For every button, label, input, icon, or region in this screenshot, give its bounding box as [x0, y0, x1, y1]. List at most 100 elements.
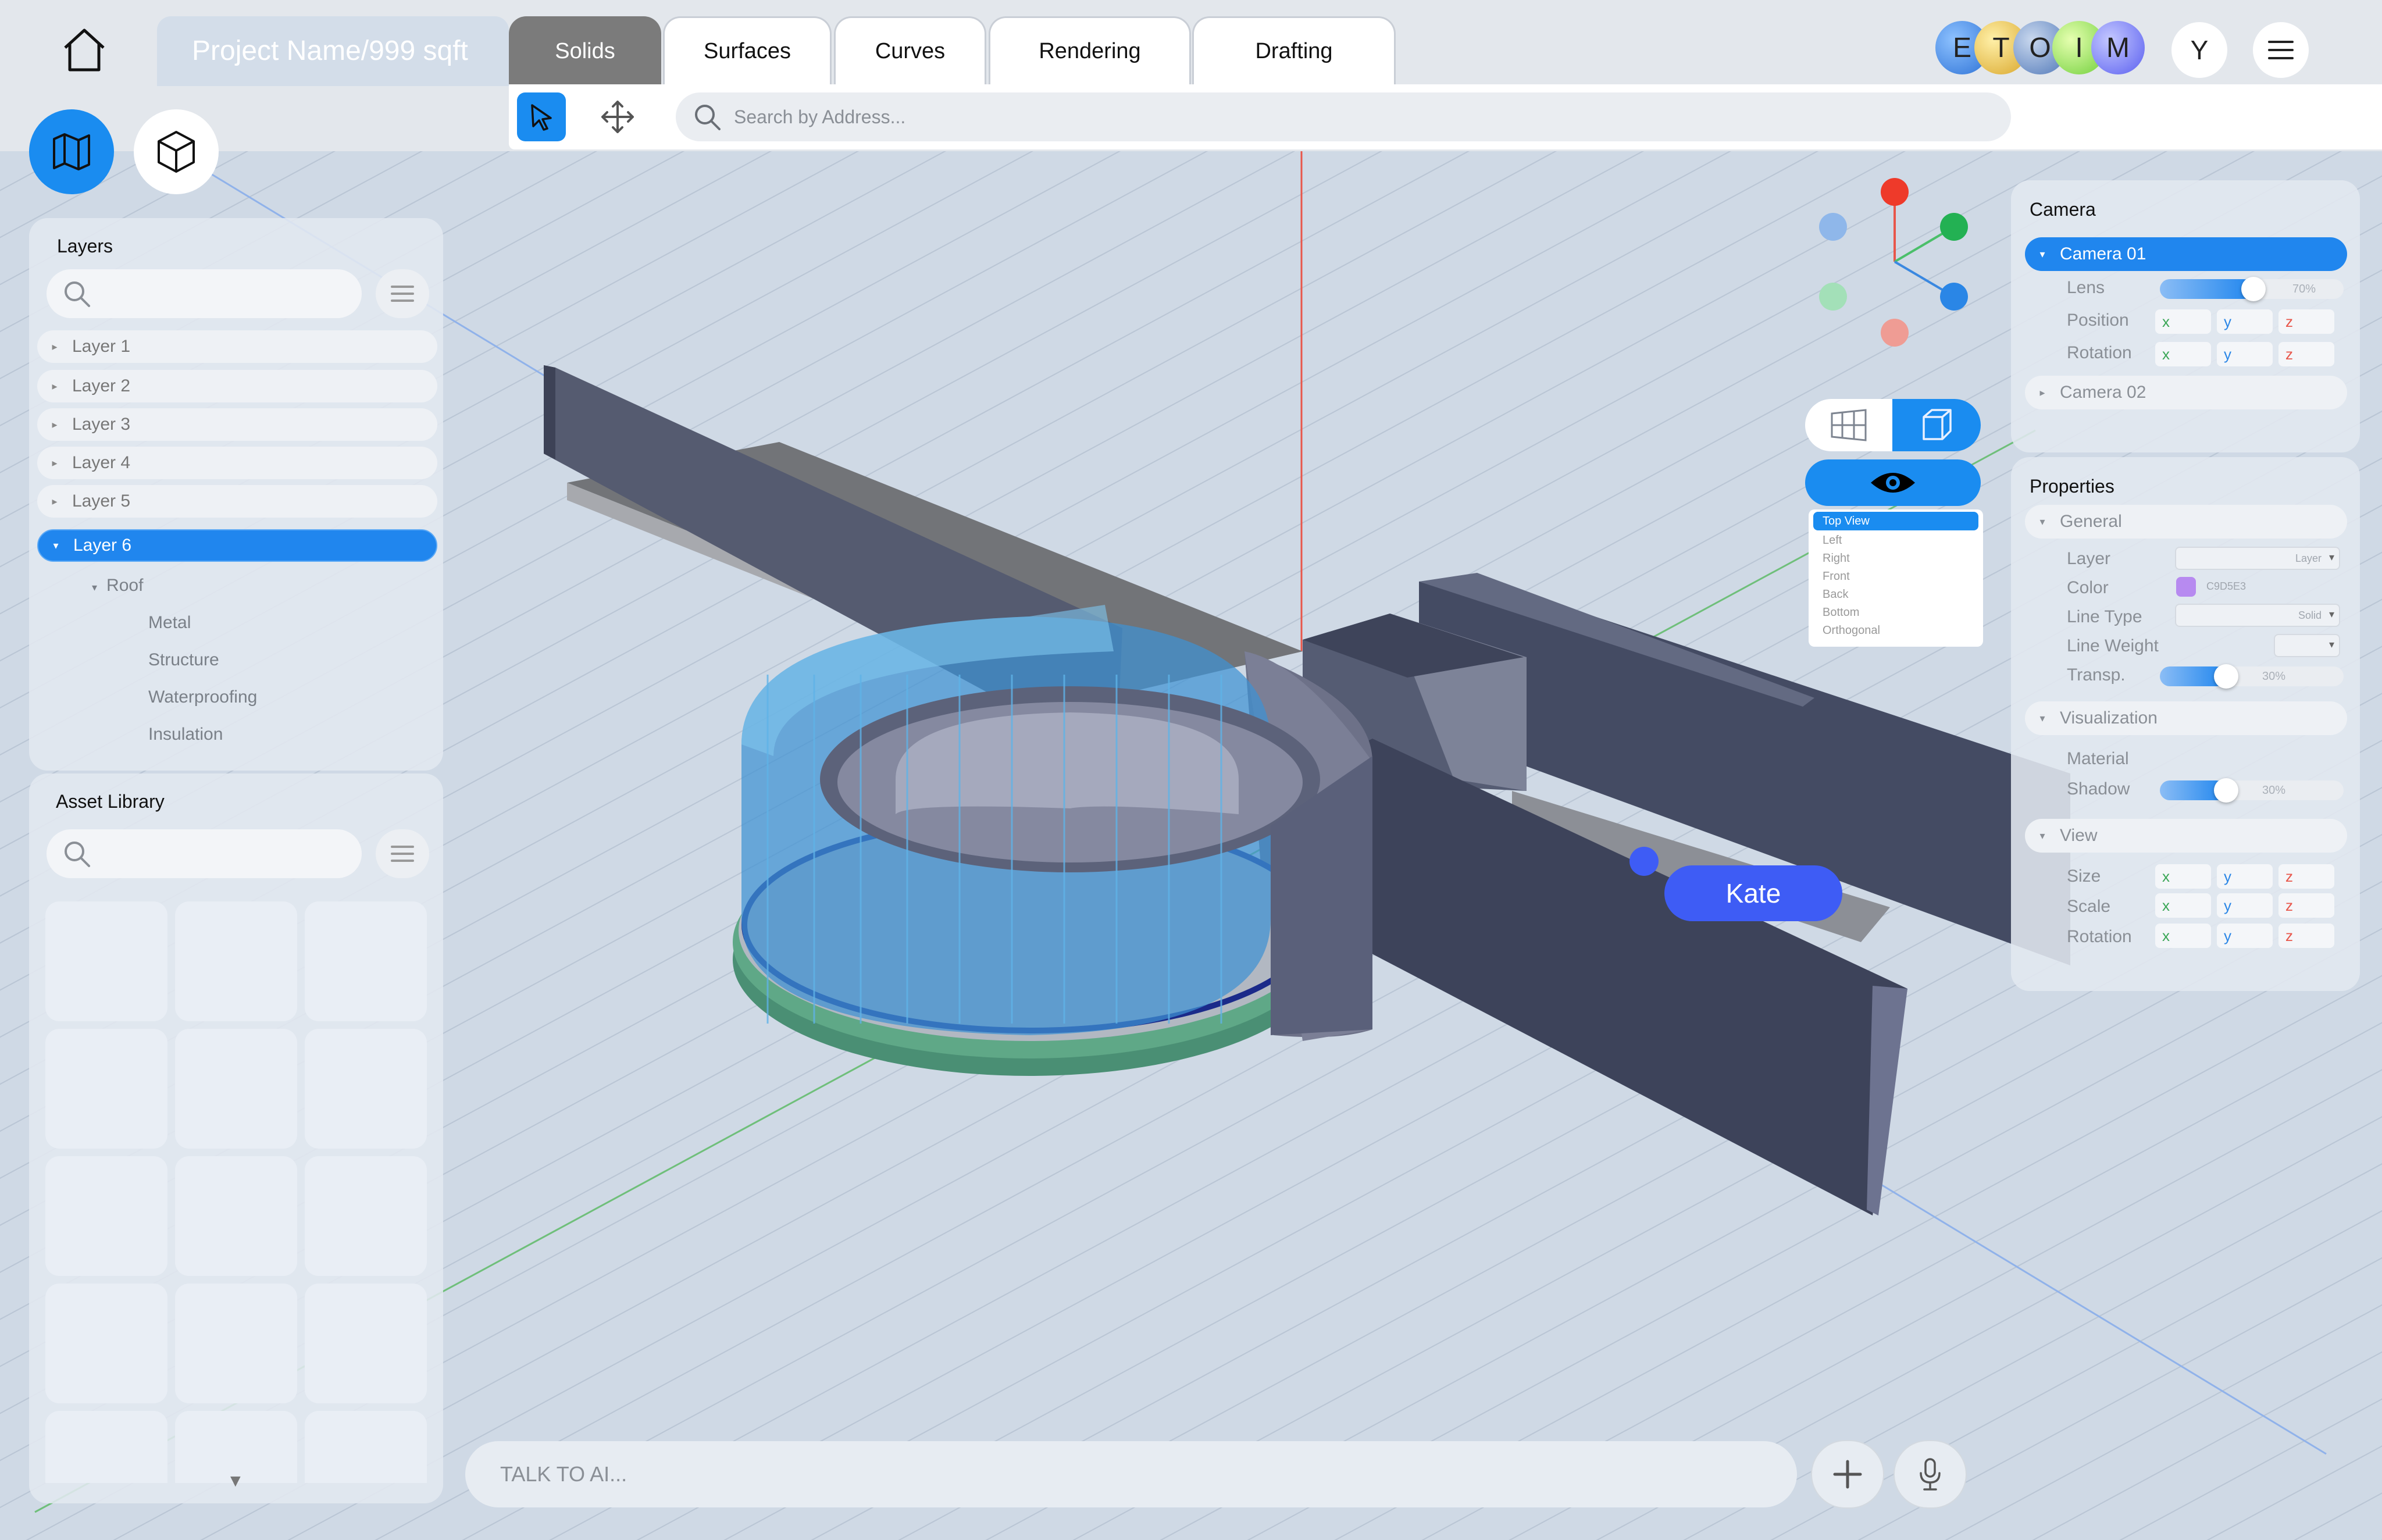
view-option-bottom[interactable]: Bottom	[1823, 606, 1859, 619]
asset-tile[interactable]	[45, 1284, 167, 1403]
collapse-icon: ▾	[2039, 712, 2045, 724]
avatar-m[interactable]: M	[2091, 21, 2145, 74]
asset-search[interactable]	[47, 829, 362, 878]
visualization-section[interactable]: ▾ Visualization	[2025, 701, 2347, 735]
shadow-slider[interactable]	[2160, 778, 2344, 803]
size-z[interactable]: z	[2278, 864, 2334, 889]
layer-row-4[interactable]: ▸ Layer 4	[37, 447, 437, 479]
view-visibility-button[interactable]	[1805, 459, 1981, 506]
project-name-tab[interactable]: Project Name/999 sqft	[157, 16, 509, 86]
view-option-front[interactable]: Front	[1823, 570, 1850, 583]
asset-tile[interactable]	[45, 1029, 167, 1149]
gizmo-y-positive[interactable]	[1940, 213, 1968, 241]
3d-view-button[interactable]	[134, 109, 219, 194]
camera-01-row[interactable]: ▾ Camera 01	[2025, 237, 2347, 271]
asset-tile[interactable]	[175, 901, 297, 1021]
sublayer-metal[interactable]: Metal	[148, 613, 191, 633]
asset-tile[interactable]	[305, 901, 427, 1021]
lens-slider[interactable]	[2160, 277, 2344, 301]
layers-search[interactable]	[47, 269, 362, 318]
sublayer-waterproofing[interactable]: Waterproofing	[148, 687, 257, 707]
address-search-input[interactable]	[734, 101, 1984, 133]
color-swatch[interactable]	[2176, 577, 2196, 597]
sublayer-structure[interactable]: Structure	[148, 650, 219, 670]
view-rotation-x[interactable]: x	[2155, 924, 2211, 948]
gizmo-z-negative[interactable]	[1881, 319, 1909, 347]
view-option-back[interactable]: Back	[1823, 588, 1848, 601]
scale-y[interactable]: y	[2217, 893, 2273, 918]
line-weight-select[interactable]: ▾	[2274, 634, 2340, 657]
ai-voice-button[interactable]	[1894, 1440, 1967, 1509]
asset-tile[interactable]	[45, 901, 167, 1021]
layer-row-2[interactable]: ▸ Layer 2	[37, 370, 437, 402]
ai-add-button[interactable]	[1811, 1440, 1884, 1509]
lens-slider-knob[interactable]	[2241, 277, 2266, 301]
gizmo-z-positive[interactable]	[1881, 178, 1909, 206]
general-section[interactable]: ▾ General	[2025, 505, 2347, 539]
user-avatar-button[interactable]: Y	[2170, 21, 2228, 79]
asset-tile[interactable]	[305, 1029, 427, 1149]
layer-row-3[interactable]: ▸ Layer 3	[37, 408, 437, 441]
scroll-down-icon[interactable]: ▼	[227, 1471, 244, 1491]
view-option-top[interactable]: Top View	[1813, 512, 1978, 530]
tab-solids[interactable]: Solids	[509, 16, 661, 85]
asset-menu-button[interactable]	[376, 829, 429, 878]
gizmo-x-negative[interactable]	[1819, 213, 1847, 241]
view-option-orthogonal[interactable]: Orthogonal	[1823, 624, 1880, 637]
view-section[interactable]: ▾ View	[2025, 819, 2347, 853]
camera-position-z[interactable]: z	[2278, 309, 2334, 334]
select-tool-button[interactable]	[517, 92, 566, 141]
line-type-select[interactable]: Solid ▾	[2175, 604, 2340, 627]
camera-position-y[interactable]: y	[2217, 309, 2273, 334]
asset-tile[interactable]	[175, 1156, 297, 1276]
color-hex-value[interactable]: C9D5E3	[2206, 580, 2246, 593]
main-menu-button[interactable]	[2252, 21, 2310, 79]
asset-tile[interactable]	[305, 1411, 427, 1483]
asset-tile[interactable]	[305, 1284, 427, 1403]
home-button[interactable]	[58, 23, 110, 76]
address-search[interactable]	[676, 92, 2011, 141]
move-tool-button[interactable]	[593, 92, 642, 141]
expand-icon: ▸	[2039, 386, 2045, 398]
transparency-slider[interactable]	[2160, 664, 2344, 689]
view-option-right[interactable]: Right	[1823, 552, 1850, 565]
sublayer-insulation[interactable]: Insulation	[148, 725, 223, 744]
tab-rendering[interactable]: Rendering	[989, 16, 1191, 85]
asset-tile[interactable]	[175, 1284, 297, 1403]
layer-row-5[interactable]: ▸ Layer 5	[37, 485, 437, 518]
asset-tile[interactable]	[45, 1156, 167, 1276]
camera-position-x[interactable]: x	[2155, 309, 2211, 334]
tab-curves[interactable]: Curves	[834, 16, 986, 85]
transparency-slider-knob[interactable]	[2214, 664, 2238, 689]
camera-rotation-z[interactable]: z	[2278, 342, 2334, 366]
scale-z[interactable]: z	[2278, 893, 2334, 918]
map-view-button[interactable]	[29, 109, 114, 194]
shadow-slider-knob[interactable]	[2214, 778, 2238, 803]
plan-view-button[interactable]	[1805, 399, 1892, 451]
view-option-left[interactable]: Left	[1823, 534, 1842, 547]
view-rotation-z[interactable]: z	[2278, 924, 2334, 948]
scale-x[interactable]: x	[2155, 893, 2211, 918]
size-x[interactable]: x	[2155, 864, 2211, 889]
gizmo-x-positive[interactable]	[1940, 283, 1968, 311]
asset-tile[interactable]	[45, 1411, 167, 1483]
layer-select[interactable]: Layer ▾	[2175, 547, 2340, 570]
gizmo-y-negative[interactable]	[1819, 283, 1847, 311]
camera-02-row[interactable]: ▸ Camera 02	[2025, 376, 2347, 409]
asset-tile[interactable]	[175, 1029, 297, 1149]
camera-rotation-y[interactable]: y	[2217, 342, 2273, 366]
layer-group-roof[interactable]: ▾ Roof	[92, 576, 143, 596]
perspective-view-button[interactable]	[1892, 399, 1981, 451]
tab-surfaces[interactable]: Surfaces	[663, 16, 832, 85]
camera-rotation-x[interactable]: x	[2155, 342, 2211, 366]
ai-chat-bar[interactable]	[465, 1441, 1797, 1507]
size-y[interactable]: y	[2217, 864, 2273, 889]
asset-tile[interactable]	[305, 1156, 427, 1276]
ai-chat-input[interactable]	[500, 1455, 1768, 1493]
view-rotation-y[interactable]: y	[2217, 924, 2273, 948]
tab-drafting[interactable]: Drafting	[1192, 16, 1396, 85]
layer-row-1[interactable]: ▸ Layer 1	[37, 330, 437, 363]
layer-row-6[interactable]: ▾ Layer 6	[37, 529, 437, 562]
layers-menu-button[interactable]	[376, 269, 429, 318]
orientation-gizmo[interactable]	[1819, 178, 1968, 347]
